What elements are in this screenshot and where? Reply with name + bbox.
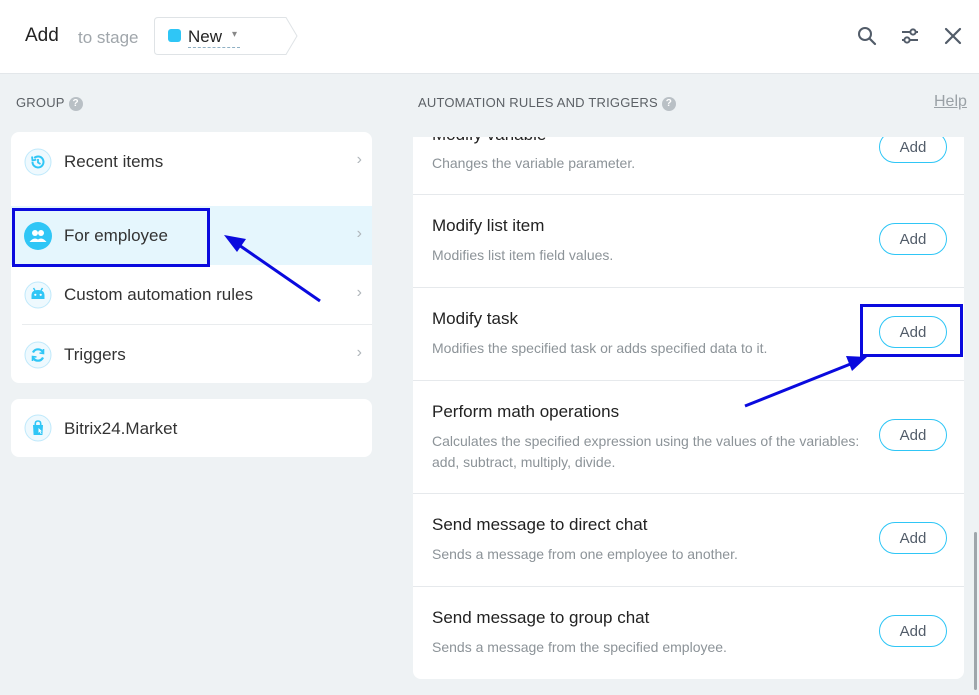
arrow-to-add xyxy=(744,361,854,408)
arrow-to-employee xyxy=(235,241,321,303)
arrowhead xyxy=(846,356,867,371)
arrowhead xyxy=(224,235,246,252)
annotation-arrows xyxy=(224,235,867,408)
